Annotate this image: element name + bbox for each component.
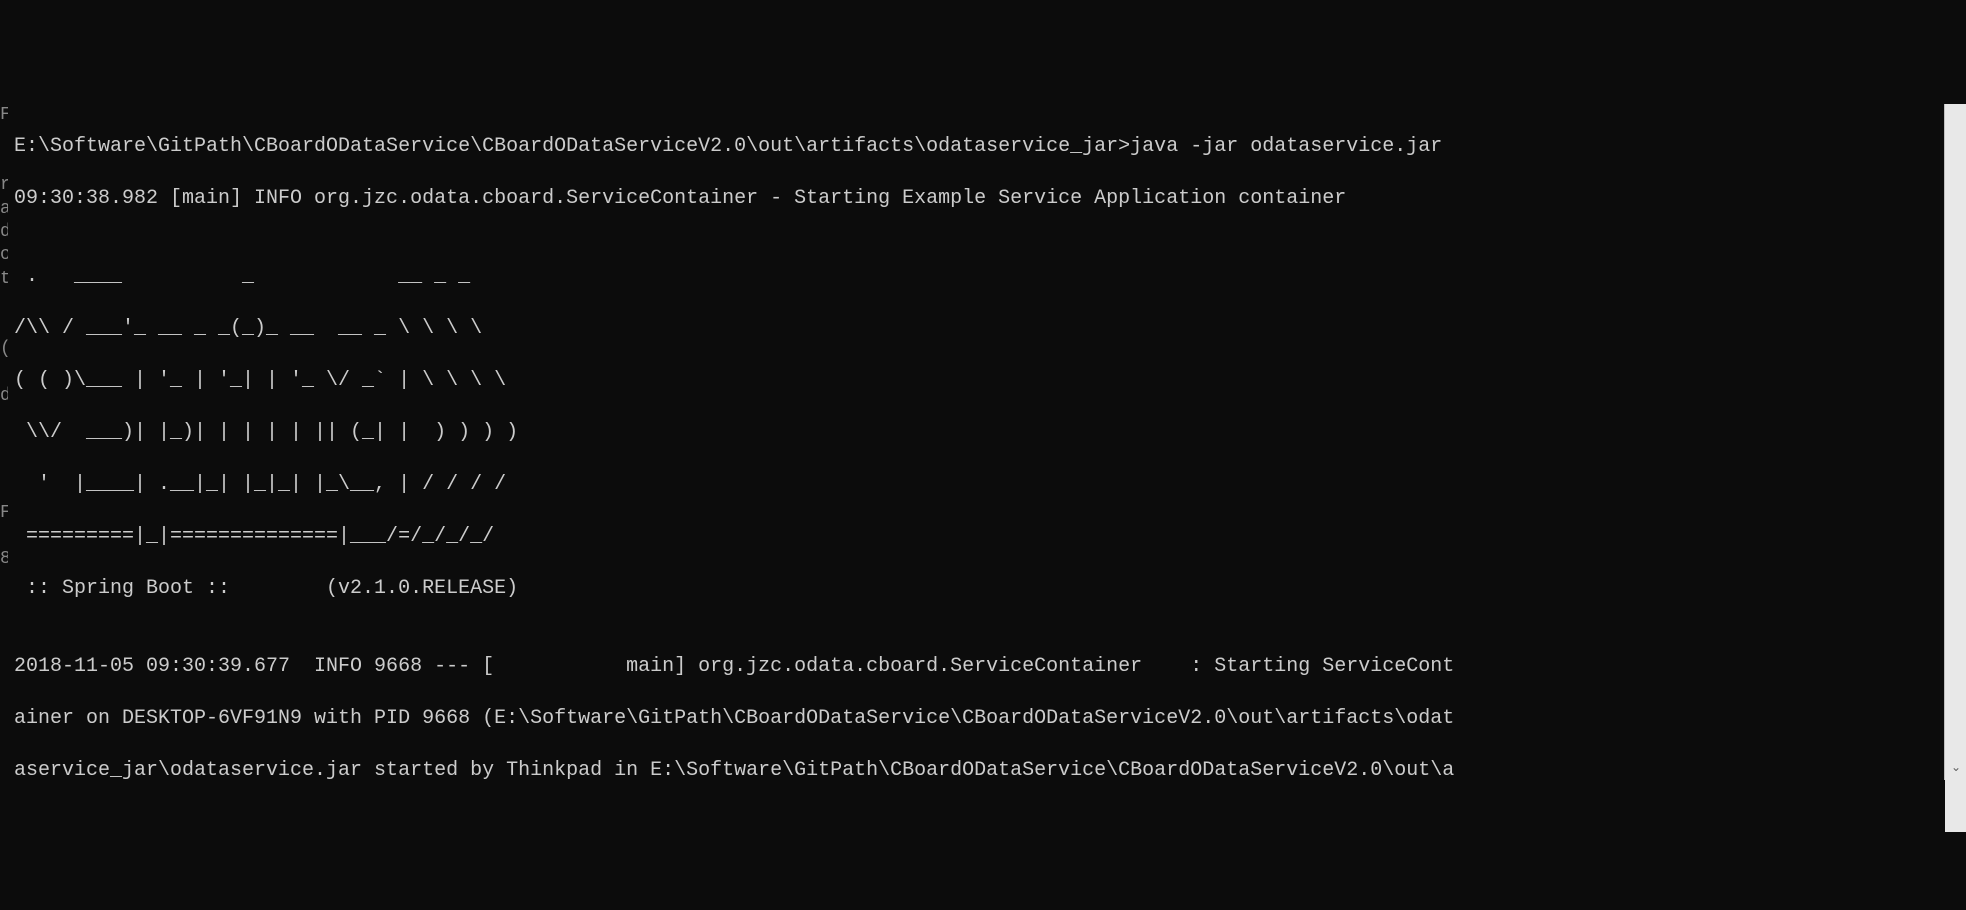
spring-banner-5: ' |____| .__|_| |_|_| |_\__, | / / / /: [14, 472, 1938, 498]
spring-banner-2: /\\ / ___'_ __ _ _(_)_ __ __ _ \ \ \ \: [14, 316, 1938, 342]
log-startup: 09:30:38.982 [main] INFO org.jzc.odata.c…: [14, 186, 1938, 212]
terminal-output[interactable]: E:\Software\GitPath\CBoardODataService\C…: [8, 104, 1944, 780]
spring-banner-6: =========|_|==============|___/=/_/_/_/: [14, 524, 1938, 550]
spring-banner-1: . ____ _ __ _ _: [14, 264, 1938, 290]
spring-banner-4: \\/ ___)| |_)| | | | | || (_| | ) ) ) ): [14, 420, 1938, 446]
log-line-1-2: ainer on DESKTOP-6VF91N9 with PID 9668 (…: [14, 706, 1938, 732]
prompt-line: E:\Software\GitPath\CBoardODataService\C…: [14, 134, 1938, 160]
left-edge-cut: F r a d o ti ( d F 8: [0, 104, 8, 780]
spring-version: :: Spring Boot :: (v2.1.0.RELEASE): [14, 576, 1938, 602]
log-line-1-1: 2018-11-05 09:30:39.677 INFO 9668 --- [ …: [14, 654, 1938, 680]
spring-banner-3: ( ( )\___ | '_ | '_| | '_ \/ _` | \ \ \ …: [14, 368, 1938, 394]
scrollbar[interactable]: ⌄: [1944, 104, 1966, 780]
scrollbar-thumb[interactable]: [1945, 156, 1966, 832]
terminal-window: F r a d o ti ( d F 8 E:\Software\GitPath…: [0, 104, 1966, 780]
scrollbar-arrow-down-icon[interactable]: ⌄: [1945, 758, 1966, 780]
log-line-1-3: aservice_jar\odataservice.jar started by…: [14, 758, 1938, 780]
